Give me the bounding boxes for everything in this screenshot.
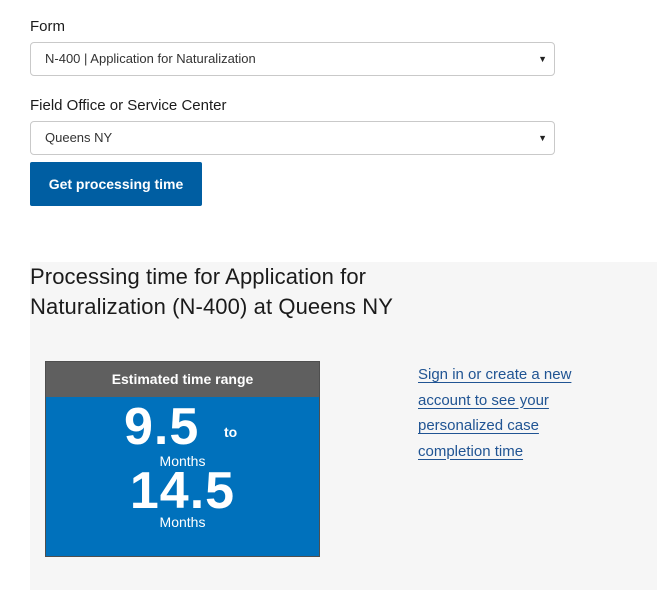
estimated-time-body: 9.5 to Months 14.5 Months — [46, 397, 319, 556]
chevron-down-icon: ▼ — [538, 54, 547, 64]
page: Form N-400 | Application for Naturalizat… — [0, 0, 657, 590]
estimated-time-header: Estimated time range — [46, 362, 319, 397]
form-select[interactable]: N-400 | Application for Naturalization ▼ — [30, 42, 555, 76]
office-select-label: Field Office or Service Center — [30, 97, 227, 114]
office-select-value: Queens NY — [45, 130, 113, 145]
max-processing-time: 14.5 — [129, 462, 236, 520]
min-processing-time: 9.5 — [124, 398, 200, 456]
sign-in-link[interactable]: Sign in or create a new account to see y… — [418, 362, 590, 464]
processing-time-results: Processing time for Application for Natu… — [30, 262, 657, 590]
max-time-unit: Months — [159, 514, 206, 530]
get-processing-time-button[interactable]: Get processing time — [30, 162, 202, 206]
office-select[interactable]: Queens NY ▼ — [30, 121, 555, 155]
results-heading: Processing time for Application for Natu… — [30, 264, 393, 319]
estimated-time-card: Estimated time range 9.5 to Months 14.5 … — [45, 361, 320, 557]
form-select-label: Form — [30, 18, 65, 35]
form-select-value: N-400 | Application for Naturalization — [45, 51, 256, 66]
range-separator: to — [224, 424, 238, 440]
processing-time-form: Form N-400 | Application for Naturalizat… — [30, 18, 555, 155]
chevron-down-icon: ▼ — [538, 133, 547, 143]
